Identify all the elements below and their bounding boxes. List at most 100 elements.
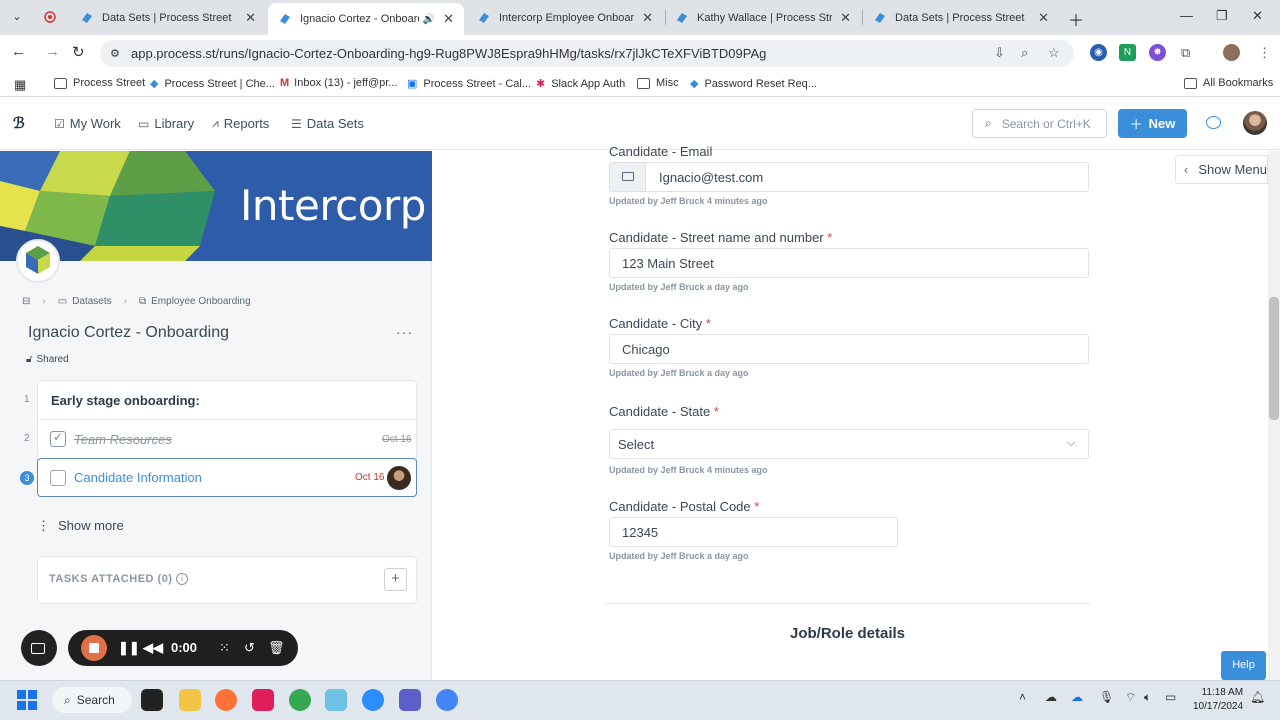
reload-button[interactable]: ↻ — [72, 43, 85, 61]
process-street-logo-icon[interactable]: ℬ — [13, 114, 33, 134]
wifi-icon[interactable]: ⌔ — [1125, 690, 1136, 705]
task-checkbox[interactable] — [50, 430, 66, 447]
snipping-tool-icon[interactable] — [325, 689, 347, 711]
close-tab-icon[interactable]: ✕ — [1038, 10, 1049, 26]
workflow-list-icon[interactable]: ⊟ — [22, 296, 30, 307]
close-tab-icon[interactable]: ✕ — [245, 10, 256, 26]
close-tab-icon[interactable]: ✕ — [840, 10, 851, 26]
city-field[interactable]: Chicago — [609, 334, 1089, 364]
stop-recording-button[interactable] — [81, 635, 107, 661]
apps-grid-icon[interactable]: ▦ — [14, 77, 26, 93]
windows-start-icon[interactable] — [17, 690, 37, 710]
tab-search-button[interactable]: ⌄ — [7, 7, 27, 27]
task-checkbox[interactable] — [50, 469, 66, 486]
zoom-icon[interactable]: ⌕ — [1021, 45, 1028, 61]
show-menu-button[interactable]: ‹ Show Menu — [1175, 155, 1268, 184]
close-tab-icon[interactable]: ✕ — [642, 10, 653, 26]
zoom-icon[interactable] — [362, 689, 384, 711]
camera-toggle-icon[interactable] — [21, 630, 57, 666]
more-options-icon[interactable]: ··· — [396, 324, 413, 340]
task-row-candidate-information[interactable]: Candidate Information Oct 16 — [37, 458, 417, 497]
nav-library[interactable]: ▭ Library — [138, 116, 194, 131]
new-tab-button[interactable]: ＋ — [1068, 7, 1084, 31]
breadcrumb-employee-onboarding[interactable]: Employee Onboarding — [151, 296, 251, 307]
forward-button[interactable]: → — [45, 43, 60, 60]
restart-icon[interactable]: ↺ — [244, 640, 255, 656]
help-button[interactable]: Help — [1221, 651, 1266, 680]
notification-bell-icon[interactable]: 🔔︎ — [1250, 690, 1265, 704]
close-tab-icon[interactable]: ✕ — [443, 11, 454, 27]
rewind-icon[interactable]: ◀◀ — [143, 640, 163, 656]
assignee-avatar[interactable] — [387, 465, 411, 490]
info-icon[interactable]: i — [176, 573, 188, 585]
bookmark-item[interactable]: Process Street — [54, 77, 145, 89]
tab-data-sets-2[interactable]: Data Sets | Process Street ✕ — [863, 4, 1059, 31]
folder-icon — [1184, 77, 1197, 89]
battery-icon[interactable]: ▭ — [1165, 690, 1176, 704]
tab-ignacio-onboarding[interactable]: Ignacio Cortez - Onboarding 🔊 ✕ — [268, 3, 464, 35]
shared-status[interactable]: 🔓︎ Shared — [26, 354, 69, 365]
bookmark-item[interactable]: ◆ Process Street | Che... — [150, 77, 275, 91]
install-app-icon[interactable]: ⇩ — [994, 45, 1005, 61]
audio-playing-icon[interactable]: 🔊 — [423, 14, 435, 25]
all-bookmarks[interactable]: All Bookmarks — [1184, 77, 1273, 89]
cloud-sync-icon[interactable]: ☁ — [1045, 690, 1057, 704]
close-window-button[interactable]: ✕ — [1252, 8, 1263, 24]
taskbar-search[interactable]: ⌕ Search — [52, 687, 132, 713]
extension-icon[interactable]: ✸ — [1149, 44, 1166, 61]
show-more-button[interactable]: ⋮ Show more — [37, 518, 124, 534]
back-button[interactable]: ← — [11, 43, 26, 60]
chrome-icon[interactable] — [289, 689, 311, 711]
tab-kathy-wallace[interactable]: Kathy Wallace | Process Street ✕ — [665, 4, 861, 31]
tab-data-sets-1[interactable]: Data Sets | Process Street ✕ — [70, 4, 266, 31]
file-explorer-icon[interactable] — [179, 689, 201, 711]
chrome-menu-icon[interactable]: ⋮ — [1258, 45, 1271, 61]
minimize-button[interactable]: — — [1180, 8, 1193, 23]
pause-icon[interactable]: ❚❚ — [118, 640, 140, 656]
comments-icon[interactable] — [1206, 116, 1221, 129]
new-button[interactable]: ＋ New — [1118, 109, 1187, 138]
breadcrumb-datasets[interactable]: Datasets — [72, 296, 111, 307]
tab-intercorp-onboarding[interactable]: Intercorp Employee Onboarding ✕ — [467, 4, 663, 31]
nav-reports[interactable]: ⩘ Reports — [212, 116, 269, 131]
bookmark-item[interactable]: ▣ Process Street - Cal... — [407, 77, 531, 91]
extensions-puzzle-icon[interactable]: ⧉ — [1181, 45, 1190, 61]
notion-extension-icon[interactable]: N — [1119, 44, 1136, 61]
firefox-icon[interactable] — [215, 689, 237, 711]
bookmark-item[interactable]: ◆ Password Reset Req... — [690, 77, 817, 91]
folder-icon — [637, 77, 650, 89]
tray-overflow-icon[interactable]: ˄ — [1019, 690, 1026, 704]
slack-icon[interactable] — [252, 689, 274, 711]
email-field[interactable]: Ignacio@test.com — [609, 162, 1089, 192]
bookmark-item[interactable]: Misc — [637, 77, 679, 89]
taskbar-clock[interactable]: 11:18 AM 10/17/2024 — [1193, 686, 1243, 714]
task-row-team-resources[interactable]: Team Resources Oct 16 — [38, 420, 416, 458]
nav-data-sets[interactable]: ☰ Data Sets — [291, 116, 364, 131]
onedrive-icon[interactable]: ☁ — [1071, 690, 1083, 704]
chrome-profile-icon[interactable] — [436, 689, 458, 711]
site-info-icon[interactable]: ⚙ — [110, 47, 120, 60]
postal-code-field[interactable]: 12345 — [609, 517, 898, 547]
add-task-button[interactable]: + — [384, 568, 407, 591]
url-bar[interactable]: ⚙ app.process.st/runs/Ignacio-Cortez-Onb… — [100, 40, 1074, 67]
volume-icon[interactable]: 🔈︎ — [1144, 690, 1151, 705]
state-select[interactable]: Select — [609, 429, 1089, 459]
global-search-input[interactable]: ⌕ Search or Ctrl+K — [972, 109, 1107, 138]
user-avatar[interactable] — [1243, 111, 1267, 135]
workflow-title[interactable]: Ignacio Cortez - Onboarding — [28, 324, 229, 342]
scrollbar-thumb[interactable] — [1269, 297, 1279, 420]
bookmark-label: Inbox (13) - jeff@pr... — [294, 77, 398, 89]
bookmark-item[interactable]: M Inbox (13) - jeff@pr... — [280, 77, 397, 89]
street-field[interactable]: 123 Main Street — [609, 248, 1089, 278]
extension-icon[interactable]: ◉ — [1090, 44, 1107, 61]
bookmark-item[interactable]: ✱ Slack App Auth — [536, 77, 625, 91]
microphone-icon[interactable]: 🎙︎ — [1099, 690, 1114, 704]
nav-my-work[interactable]: ☑ My Work — [54, 116, 121, 131]
task-view-icon[interactable] — [141, 689, 163, 711]
teams-icon[interactable] — [399, 689, 421, 711]
grid-icon[interactable]: ⁙ — [219, 640, 230, 656]
restore-button[interactable]: ❐ — [1216, 8, 1228, 24]
trash-icon[interactable]: 🗑︎ — [268, 640, 285, 656]
bookmark-star-icon[interactable]: ☆ — [1048, 45, 1060, 61]
profile-avatar[interactable] — [1223, 44, 1240, 61]
